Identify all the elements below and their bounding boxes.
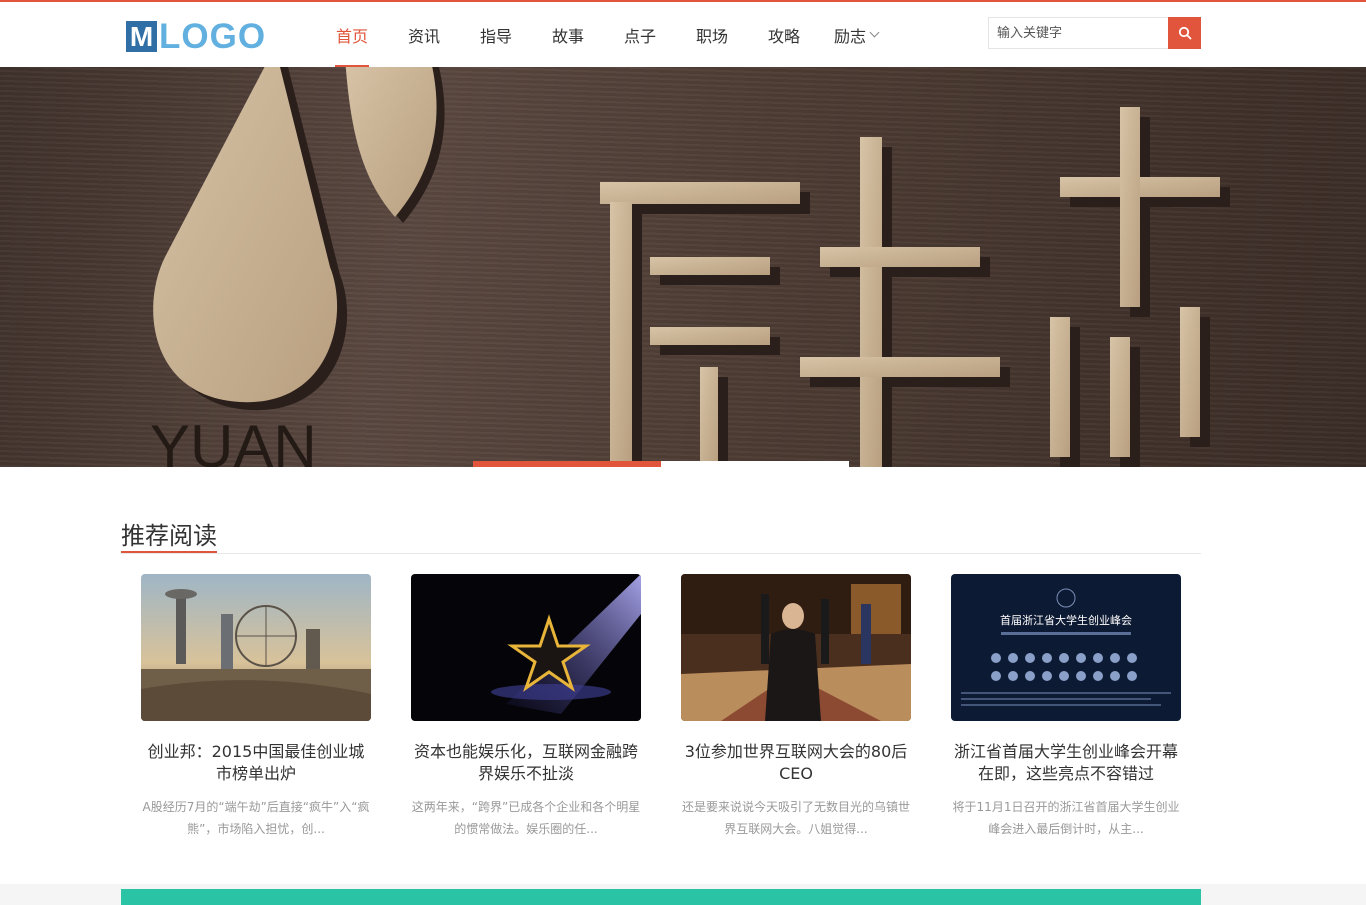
nav-item-guide[interactable]: 指导 bbox=[460, 2, 532, 67]
hero-banner[interactable]: YUAN bbox=[0, 67, 1366, 467]
article-card: 首届浙江省大学生创业峰会 浙江省首届大学生创业峰会开幕在即，这些亮点不容错过 将… bbox=[931, 574, 1201, 840]
article-title[interactable]: 浙江省首届大学生创业峰会开幕在即，这些亮点不容错过 bbox=[951, 741, 1181, 785]
logo-text: LOGO bbox=[159, 17, 267, 56]
banner-logo-art: YUAN bbox=[150, 67, 1230, 467]
search-icon bbox=[1178, 26, 1191, 40]
nav-label: 点子 bbox=[623, 26, 656, 46]
nav-label: 攻略 bbox=[767, 26, 800, 46]
nav-item-workplace[interactable]: 职场 bbox=[676, 2, 748, 67]
nav-label: 故事 bbox=[551, 26, 584, 46]
slider-dot-2[interactable] bbox=[661, 461, 849, 467]
article-summary: 这两年来，“跨界”已成各个企业和各个明星的惯常做法。娱乐圈的任... bbox=[411, 800, 641, 836]
search-button[interactable] bbox=[1168, 17, 1201, 49]
chevron-down-icon bbox=[869, 27, 880, 37]
nav-label: 资讯 bbox=[407, 26, 440, 46]
article-title[interactable]: 资本也能娱乐化，互联网金融跨界娱乐不扯淡 bbox=[411, 741, 641, 785]
site-header: M LOGO 首页 资讯 指导 故事 点子 职场 攻略 励志 bbox=[0, 2, 1366, 67]
article-thumbnail-summit[interactable]: 首届浙江省大学生创业峰会 bbox=[951, 574, 1181, 721]
search-input[interactable] bbox=[988, 17, 1169, 49]
nav-item-strategy[interactable]: 攻略 bbox=[748, 2, 820, 67]
conference-hall-image bbox=[681, 574, 911, 721]
nav-label: 职场 bbox=[695, 26, 728, 46]
section-title: 推荐阅读 bbox=[121, 522, 217, 550]
nav-item-ideas[interactable]: 点子 bbox=[604, 2, 676, 67]
slider-indicators bbox=[473, 461, 849, 467]
nav-item-news[interactable]: 资讯 bbox=[388, 2, 460, 67]
article-card: 3位参加世界互联网大会的80后CEO 还是要来说说今天吸引了无数目光的乌镇世界互… bbox=[661, 574, 931, 840]
main-nav: 首页 资讯 指导 故事 点子 职场 攻略 励志 bbox=[316, 2, 892, 67]
logo-letter: M bbox=[126, 21, 157, 52]
section-title-underline bbox=[121, 551, 217, 553]
article-card: 资本也能娱乐化，互联网金融跨界娱乐不扯淡 这两年来，“跨界”已成各个企业和各个明… bbox=[391, 574, 661, 840]
svg-text:YUAN: YUAN bbox=[150, 413, 317, 467]
nav-item-stories[interactable]: 故事 bbox=[532, 2, 604, 67]
article-list: 创业邦：2015中国最佳创业城市榜单出炉 A股经历7月的“端午劫”后直接“疯牛”… bbox=[121, 574, 1201, 840]
site-logo[interactable]: M LOGO bbox=[126, 17, 267, 56]
nav-label: 指导 bbox=[479, 26, 512, 46]
footer-teal-bar bbox=[121, 889, 1201, 905]
svg-text:首届浙江省大学生创业峰会: 首届浙江省大学生创业峰会 bbox=[1000, 613, 1132, 627]
nav-item-home[interactable]: 首页 bbox=[316, 2, 388, 67]
article-summary: A股经历7月的“端午劫”后直接“疯牛”入“疯熊”，市场陷入担忧，创... bbox=[142, 800, 370, 836]
slider-dot-1[interactable] bbox=[473, 461, 661, 467]
article-thumbnail-star[interactable] bbox=[411, 574, 641, 721]
article-thumbnail-city[interactable] bbox=[141, 574, 371, 721]
city-skyline-image bbox=[141, 574, 371, 721]
article-card: 创业邦：2015中国最佳创业城市榜单出炉 A股经历7月的“端午劫”后直接“疯牛”… bbox=[121, 574, 391, 840]
article-title[interactable]: 创业邦：2015中国最佳创业城市榜单出炉 bbox=[141, 741, 371, 785]
section-divider bbox=[121, 553, 1201, 554]
article-title[interactable]: 3位参加世界互联网大会的80后CEO bbox=[681, 741, 911, 785]
search-box bbox=[988, 17, 1201, 49]
article-summary: 将于11月1日召开的浙江省首届大学生创业峰会进入最后倒计时，从主... bbox=[952, 800, 1180, 836]
summit-poster-image: 首届浙江省大学生创业峰会 bbox=[951, 574, 1181, 721]
nav-item-inspiration[interactable]: 励志 bbox=[820, 2, 892, 67]
article-thumbnail-conference[interactable] bbox=[681, 574, 911, 721]
article-summary: 还是要来说说今天吸引了无数目光的乌镇世界互联网大会。八姐觉得... bbox=[681, 800, 910, 836]
nav-label: 励志 bbox=[833, 26, 866, 46]
spotlight-star-image bbox=[411, 574, 641, 721]
nav-label: 首页 bbox=[335, 26, 368, 46]
